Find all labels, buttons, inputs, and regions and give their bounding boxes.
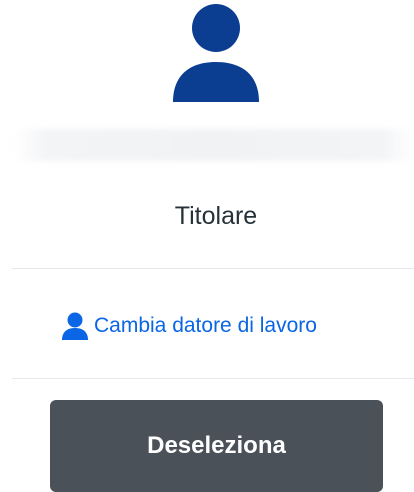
change-employer-link[interactable]: Cambia datore di lavoro xyxy=(62,309,317,343)
deselect-button[interactable]: Deseleziona xyxy=(50,400,383,492)
divider xyxy=(12,378,414,379)
profile-avatar-icon xyxy=(173,4,259,102)
redacted-name-strip xyxy=(14,129,414,161)
divider xyxy=(12,268,414,269)
change-employer-label: Cambia datore di lavoro xyxy=(94,314,317,337)
user-icon xyxy=(62,312,88,340)
role-label: Titolare xyxy=(174,202,258,230)
